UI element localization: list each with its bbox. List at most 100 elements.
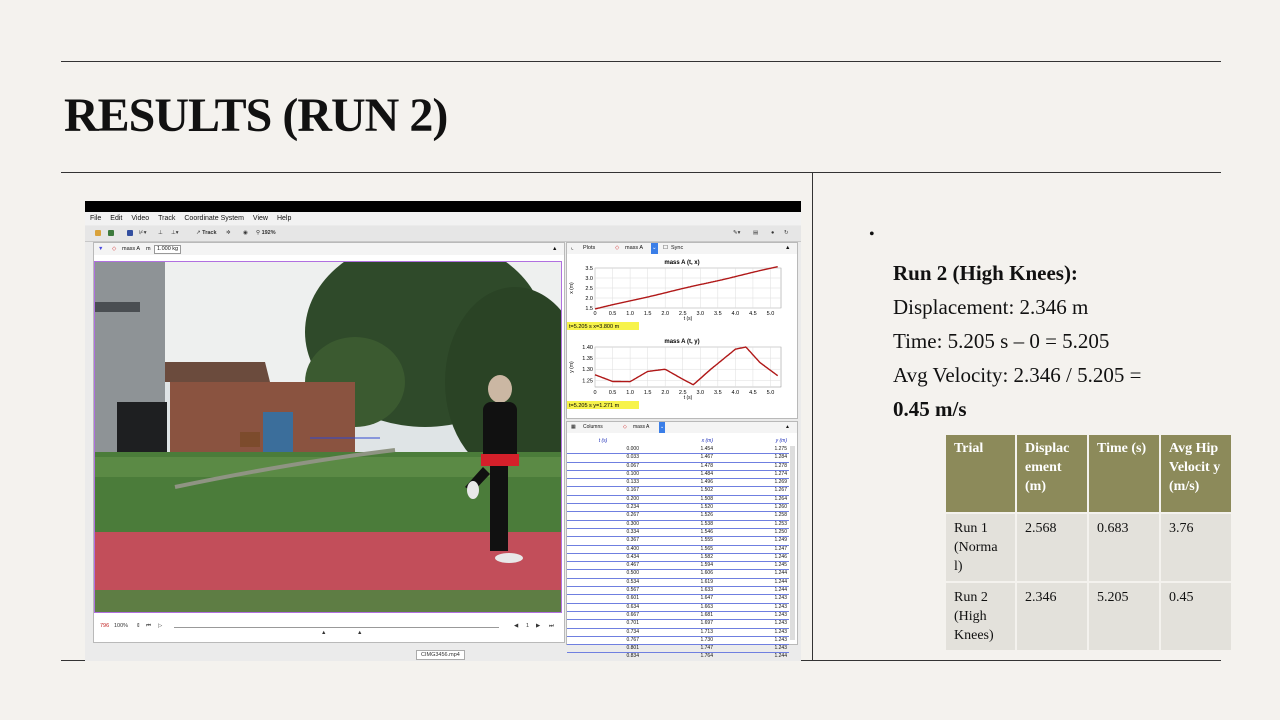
- table-collapse-icon[interactable]: ▲: [785, 422, 790, 433]
- play-icon[interactable]: ▷: [158, 623, 162, 629]
- cell-x: 1.478: [700, 462, 713, 469]
- plot-title: mass A (t, y): [664, 339, 699, 345]
- step-forward-icon[interactable]: ▶: [536, 623, 540, 629]
- summary-time: Time: 5.205 s – 0 = 5.205: [893, 329, 1110, 353]
- plots-dropdown[interactable]: Plots: [583, 243, 595, 254]
- table-row[interactable]: 0.067 1.478 1.278: [567, 463, 789, 471]
- col-y[interactable]: y (m): [715, 438, 789, 446]
- menu-video[interactable]: Video: [131, 212, 149, 225]
- table-row[interactable]: 0.767 1.730 1.243: [567, 637, 789, 646]
- cell-y: 1.243: [774, 595, 787, 602]
- tape-icon[interactable]: ⊥▾: [171, 226, 179, 241]
- cell-y: 1.244: [774, 578, 787, 585]
- cell-y: 1.243: [774, 645, 787, 652]
- mass-field[interactable]: 1.000 kg: [154, 245, 182, 254]
- menu-edit[interactable]: Edit: [110, 212, 122, 225]
- table-row[interactable]: 0.601 1.647 1.243: [567, 595, 789, 604]
- x-tick-label: 0.5: [609, 311, 617, 317]
- table-row[interactable]: 0.000 1.454 1.275: [567, 446, 789, 455]
- cell-x: 1.594: [700, 562, 713, 569]
- table-row[interactable]: 0.133 1.496 1.269: [567, 479, 789, 488]
- menu-track[interactable]: Track: [158, 212, 175, 225]
- step-size[interactable]: 1: [526, 623, 529, 629]
- sync-checkbox[interactable]: ☐: [663, 243, 668, 254]
- open-icon[interactable]: [95, 226, 101, 241]
- table-row[interactable]: 0.834 1.764 1.244: [567, 653, 789, 661]
- columns-dropdown[interactable]: Columns: [583, 422, 603, 433]
- step-back-icon[interactable]: ◀: [514, 623, 518, 629]
- table-row[interactable]: 0.267 1.526 1.258: [567, 512, 789, 521]
- globe-icon[interactable]: ●: [771, 226, 774, 241]
- video-panel: ▼ ◇ mass A m 1.000 kg ▲ 796 100% ⇕ ⏮ ▷ ▲…: [93, 242, 565, 643]
- table-row[interactable]: 0.634 1.663 1.243: [567, 604, 789, 612]
- table-row[interactable]: 0.801 1.747 1.243: [567, 645, 789, 654]
- end-marker-icon[interactable]: ▲: [357, 630, 362, 636]
- results-row: Run 2 (High Knees) 2.346 5.205 0.45: [946, 583, 1231, 650]
- menu-file[interactable]: File: [90, 212, 101, 225]
- clip-settings-icon[interactable]: [127, 226, 133, 241]
- zoom-stepper-icon[interactable]: ⇕: [136, 623, 141, 629]
- save-icon[interactable]: [108, 226, 114, 241]
- video-frame[interactable]: [94, 261, 562, 613]
- menu-help[interactable]: Help: [277, 212, 291, 225]
- cell-x: 1.538: [700, 520, 713, 527]
- zoom-icon[interactable]: ⚲ 192%: [256, 226, 276, 241]
- x-tick-label: 3.0: [696, 311, 704, 317]
- table-row[interactable]: 0.334 1.546 1.250: [567, 528, 789, 538]
- menu-coordinate-system[interactable]: Coordinate System: [184, 212, 244, 225]
- eye-icon[interactable]: ◉: [243, 226, 248, 241]
- axes-icon[interactable]: ⊥: [158, 226, 163, 241]
- autotracker-icon[interactable]: ✲: [226, 226, 231, 241]
- table-scrollbar[interactable]: [790, 446, 795, 640]
- table-row[interactable]: 0.300 1.538 1.253: [567, 521, 789, 529]
- plot-track-chevron-icon[interactable]: ⌄: [651, 243, 658, 254]
- toolbar: ⊬▾ ⊥ ⊥▾ ↗ Track ✲ ◉ ⚲ 192% ✎▾ ▤ ● ↻: [85, 226, 801, 242]
- x-tick-label: 2.0: [661, 311, 669, 317]
- table-row[interactable]: 0.100 1.484 1.274: [567, 471, 789, 480]
- plot-track-selector[interactable]: mass A: [625, 243, 643, 254]
- cell-y: 1.264: [774, 495, 787, 502]
- cell-t: 0.500: [626, 570, 639, 577]
- start-marker-icon[interactable]: ▲: [321, 630, 326, 636]
- pencil-icon[interactable]: ✎▾: [733, 226, 740, 241]
- refresh-icon[interactable]: ↻: [784, 226, 789, 241]
- table-track-chevron-icon[interactable]: ⌄: [659, 422, 666, 433]
- calibration-icon[interactable]: ⊬▾: [139, 226, 147, 241]
- table-row[interactable]: 0.567 1.633 1.244: [567, 587, 789, 596]
- table-row[interactable]: 0.667 1.681 1.243: [567, 612, 789, 621]
- zoom-value[interactable]: 100%: [114, 623, 128, 629]
- table-row[interactable]: 0.734 1.713 1.243: [567, 629, 789, 637]
- col-t[interactable]: t (s): [567, 438, 641, 446]
- track-dropdown-icon[interactable]: ▼: [98, 243, 103, 255]
- table-row[interactable]: 0.167 1.502 1.267: [567, 487, 789, 496]
- table-row[interactable]: 0.033 1.467 1.284: [567, 454, 789, 463]
- cell-y: 1.250: [774, 528, 787, 535]
- cell-x: 1.619: [700, 578, 713, 585]
- cell-t: 0.234: [626, 504, 639, 511]
- notes-icon[interactable]: ▤: [753, 226, 758, 241]
- playback-slider[interactable]: [174, 627, 499, 628]
- table-row[interactable]: 0.200 1.508 1.264: [567, 495, 789, 505]
- table-row[interactable]: 0.467 1.594 1.245: [567, 562, 789, 571]
- plot-collapse-icon[interactable]: ▲: [785, 243, 790, 254]
- cell-y: 1.278: [774, 462, 787, 469]
- cell-y: 1.269: [774, 479, 787, 486]
- table-track-selector[interactable]: mass A: [633, 422, 649, 433]
- table-row[interactable]: 0.434 1.582 1.246: [567, 554, 789, 563]
- end-icon[interactable]: ⏭: [549, 623, 554, 630]
- plot-x-vs-t[interactable]: mass A (t, x)3.53.02.52.01.50 0.5 1.0 1.5 2.…: [567, 255, 797, 333]
- table-row[interactable]: 0.367 1.555 1.249: [567, 537, 789, 546]
- reset-icon[interactable]: ⏮: [146, 623, 151, 630]
- table-row[interactable]: 0.534 1.619 1.244: [567, 578, 789, 588]
- menu-view[interactable]: View: [253, 212, 268, 225]
- track-button[interactable]: ↗ Track: [196, 226, 217, 241]
- table-row[interactable]: 0.234 1.520 1.260: [567, 504, 789, 513]
- table-row[interactable]: 0.701 1.697 1.243: [567, 620, 789, 629]
- table-row[interactable]: 0.400 1.565 1.247: [567, 546, 789, 554]
- top-rule: [61, 61, 1221, 62]
- col-x[interactable]: x (m): [641, 438, 715, 446]
- collapse-icon[interactable]: ▲: [552, 243, 557, 255]
- results-header-row: Trial Displac ement (m) Time (s) Avg Hip…: [946, 435, 1231, 512]
- table-row[interactable]: 0.500 1.606 1.244: [567, 570, 789, 579]
- plot-y-vs-t[interactable]: mass A (t, y) 1.40 1.35 1.30 1.250 0.5 1.0 1.5 2…: [567, 334, 797, 412]
